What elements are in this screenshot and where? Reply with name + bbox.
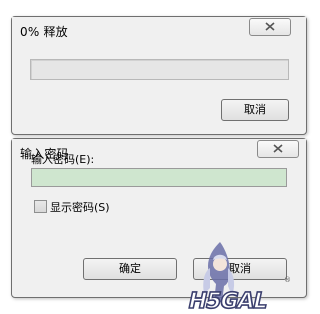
extract-cancel-button[interactable]: 取消: [221, 99, 289, 121]
show-password-checkbox[interactable]: [34, 200, 47, 213]
password-prompt-label: 输入密码(E):: [31, 153, 95, 166]
extract-dialog-title: 0% 释放: [20, 25, 68, 39]
svg-text:®: ®: [284, 276, 291, 284]
h5gal-watermark-logo: H5GAL ®: [185, 238, 294, 314]
close-icon: [273, 144, 283, 153]
ok-button[interactable]: 确定: [83, 258, 177, 280]
svg-text:H5GAL: H5GAL: [186, 288, 270, 310]
extract-dialog-close-button[interactable]: [249, 18, 291, 36]
mascot-logo-icon: H5GAL ®: [185, 242, 291, 314]
password-dialog-close-button[interactable]: [257, 140, 299, 158]
show-password-label[interactable]: 显示密码(S): [50, 199, 110, 215]
extract-dialog-titlebar: 0% 释放: [12, 17, 306, 43]
password-field[interactable]: [31, 168, 287, 187]
extract-progress-dialog: 0% 释放 取消: [11, 16, 307, 135]
close-icon: [265, 22, 275, 31]
extract-progress-bar: [30, 59, 289, 80]
